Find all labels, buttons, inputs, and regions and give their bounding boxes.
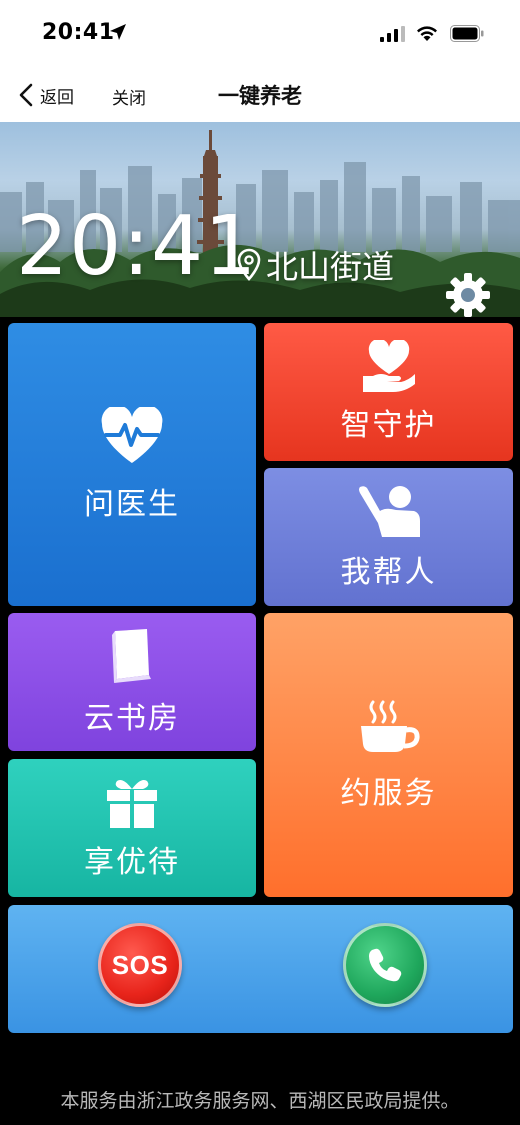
- tile-enjoy-benefits[interactable]: 享优待: [8, 759, 256, 897]
- status-time: 20:41: [42, 20, 115, 45]
- tile-smart-guard[interactable]: 智守护: [264, 323, 513, 461]
- tile-label: 智守护: [340, 408, 437, 443]
- location-pin-icon: [237, 248, 261, 281]
- coffee-cup-icon: [360, 700, 420, 752]
- book-icon: [112, 629, 151, 683]
- tile-label: 问医生: [84, 486, 180, 522]
- sos-button[interactable]: SOS: [98, 923, 182, 1007]
- page-title: 一键养老: [218, 84, 302, 108]
- hero-banner: 20:41 北山街道: [0, 122, 520, 317]
- wifi-icon: [417, 26, 437, 41]
- tile-label: 我帮人: [340, 555, 437, 590]
- tile-ask-doctor[interactable]: 问医生: [8, 323, 256, 606]
- tile-cloud-library[interactable]: 云书房: [8, 613, 256, 751]
- gear-icon[interactable]: [445, 272, 491, 317]
- tile-label: 享优待: [84, 845, 180, 880]
- tile-book-service[interactable]: 约服务: [264, 613, 513, 897]
- tile-label: 云书房: [84, 701, 180, 736]
- call-button[interactable]: [343, 923, 427, 1007]
- heartbeat-icon: [101, 406, 163, 463]
- status-bar: 20:41: [0, 0, 520, 68]
- phone-icon: [369, 948, 402, 982]
- gift-icon: [107, 780, 157, 828]
- volunteer-icon: [358, 486, 420, 537]
- location-arrow-icon: [110, 24, 126, 40]
- emergency-bar: SOS: [8, 905, 513, 1033]
- battery-icon: [450, 25, 484, 42]
- nav-bar: 返回 关闭 一键养老: [0, 68, 520, 122]
- location-selector[interactable]: 北山街道: [236, 242, 394, 288]
- hero-clock: 20:41: [16, 199, 258, 294]
- cellular-signal-icon: [380, 26, 405, 42]
- tile-label: 约服务: [340, 776, 437, 811]
- location-label: 北山街道: [266, 248, 395, 286]
- sos-label: SOS: [111, 949, 169, 980]
- footer-disclaimer: 本服务由浙江政务服务网、西湖区民政局提供。: [60, 1090, 460, 1112]
- tile-help-others[interactable]: 我帮人: [264, 468, 513, 606]
- heart-hand-icon: [362, 340, 415, 392]
